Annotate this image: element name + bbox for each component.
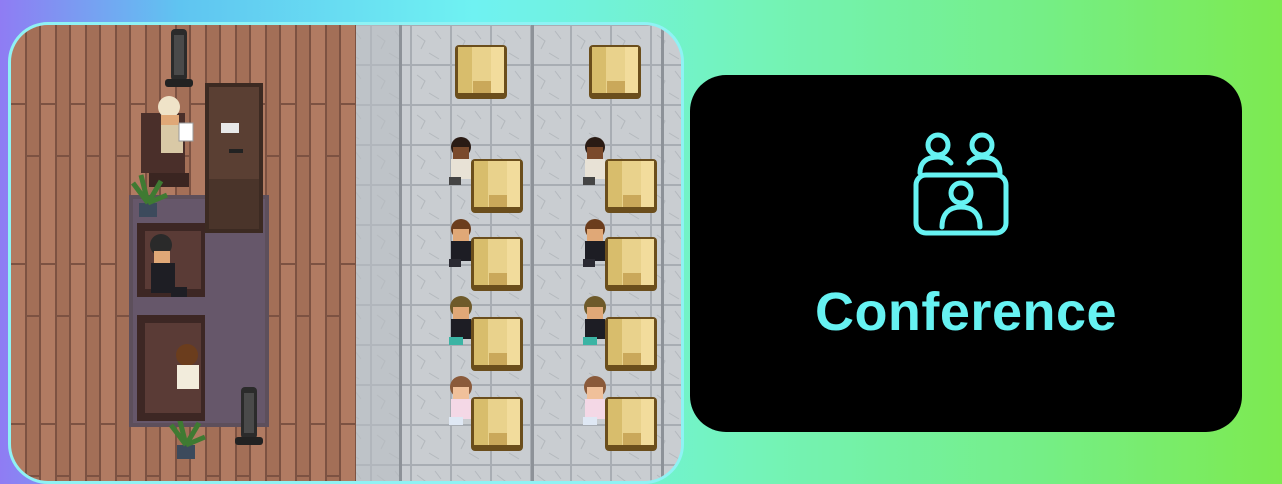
pixel-office-room-scene	[11, 25, 681, 481]
card-label: Conference	[814, 282, 1118, 342]
conference-people-icon	[913, 132, 1009, 236]
conference-card[interactable]: Conference	[690, 75, 1242, 432]
conference-room-scene	[8, 22, 684, 484]
